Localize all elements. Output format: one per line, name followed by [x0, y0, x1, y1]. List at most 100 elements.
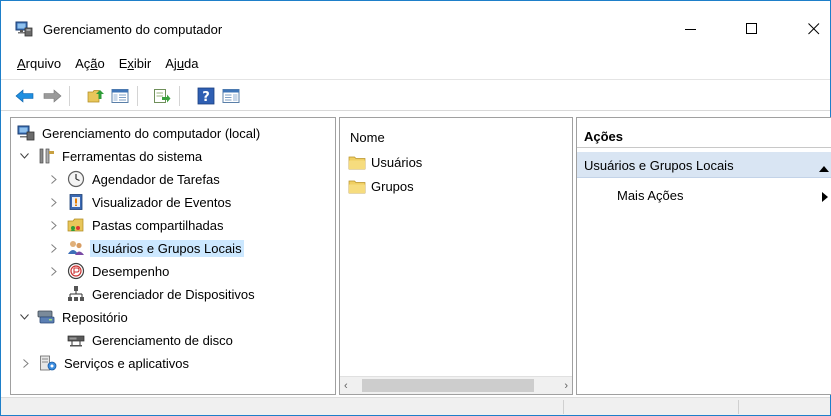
status-bar-divider — [563, 400, 564, 414]
tree-item-disk-management[interactable]: Gerenciamento de disco — [67, 329, 235, 351]
close-button[interactable] — [791, 13, 831, 45]
tools-icon — [37, 147, 55, 165]
tree-item-storage[interactable]: Repositório — [19, 306, 130, 328]
scrollbar-thumb[interactable] — [362, 379, 534, 392]
list-item-label: Usuários — [371, 154, 423, 170]
chevron-right-icon[interactable] — [49, 266, 59, 276]
show-hide-action-pane-icon — [222, 89, 240, 103]
help-icon: ? — [197, 87, 215, 105]
show-hide-tree-icon — [111, 89, 129, 103]
up-folder-icon — [87, 90, 104, 103]
computer-management-window: Gerenciamento do computador Arquivo Ação… — [0, 0, 831, 416]
forward-button[interactable] — [41, 85, 63, 107]
tree-item-task-scheduler[interactable]: Agendador de Tarefas — [49, 168, 222, 190]
tree-item-label: Pastas compartilhadas — [92, 217, 224, 233]
toolbar-separator — [179, 86, 180, 106]
chevron-right-icon[interactable] — [49, 197, 59, 207]
status-bar-divider — [738, 400, 739, 414]
folder-icon — [348, 178, 366, 194]
menu-acao[interactable]: Ação — [68, 53, 112, 75]
forward-icon — [43, 89, 62, 103]
tree-item-label: Gerenciador de Dispositivos — [92, 286, 255, 302]
chevron-right-icon[interactable] — [49, 220, 59, 230]
folder-icon — [348, 154, 366, 170]
submenu-arrow-icon[interactable] — [822, 190, 828, 205]
menu-ajuda-pre: Aj — [165, 56, 177, 71]
more-actions-item[interactable]: Mais Ações — [617, 188, 683, 203]
computer-management-app-icon — [15, 21, 33, 37]
tree-item-event-viewer[interactable]: Visualizador de Eventos — [49, 191, 233, 213]
actions-pane: Ações Usuários e Grupos Locais Mais Açõe… — [576, 117, 831, 395]
console-tree-pane[interactable]: Gerenciamento do computador (local) Ferr… — [10, 117, 336, 395]
clock-icon — [67, 170, 85, 188]
tree-item-label: Usuários e Grupos Locais — [90, 239, 244, 257]
svg-text:?: ? — [202, 90, 210, 105]
actions-pane-title: Ações — [577, 118, 831, 148]
shared-folder-icon — [67, 216, 85, 234]
event-log-icon — [67, 193, 85, 211]
tree-item-label: Visualizador de Eventos — [92, 194, 232, 210]
tree-item-label: Serviços e aplicativos — [64, 355, 189, 371]
menu-exibir-post: ibir — [133, 56, 152, 71]
chevron-right-icon[interactable] — [49, 174, 59, 184]
help-button[interactable]: ? — [195, 85, 217, 107]
tree-item-device-manager[interactable]: Gerenciador de Dispositivos — [67, 283, 257, 305]
menu-exibir[interactable]: Exibir — [112, 53, 159, 75]
menu-bar: Arquivo Ação Exibir Ajuda — [1, 53, 830, 75]
services-icon — [39, 354, 57, 372]
actions-group-local-users[interactable]: Usuários e Grupos Locais — [577, 152, 831, 178]
menu-ajuda[interactable]: Ajuda — [158, 53, 205, 75]
list-item-label: Grupos — [371, 178, 414, 194]
menu-ajuda-key: u — [176, 56, 185, 71]
column-header-name[interactable]: Nome — [350, 130, 385, 145]
toolbar-separator — [69, 86, 70, 106]
menu-arquivo-key: A — [17, 56, 26, 71]
tree-item-services-applications[interactable]: Serviços e aplicativos — [21, 352, 191, 374]
menu-acao-post: o — [97, 56, 105, 71]
scroll-right-icon[interactable]: › — [564, 380, 568, 392]
scroll-left-icon[interactable]: ‹ — [344, 380, 348, 392]
actions-group-label: Usuários e Grupos Locais — [584, 158, 734, 173]
export-list-icon — [154, 89, 171, 103]
result-list-pane[interactable]: Nome Usuários Grupos ‹ › — [339, 117, 573, 395]
status-bar — [1, 397, 830, 415]
title-bar[interactable]: Gerenciamento do computador — [1, 1, 830, 45]
toolbar: ? — [1, 79, 830, 111]
tree-item-label: Repositório — [62, 309, 128, 325]
chevron-right-icon[interactable] — [21, 358, 31, 368]
list-item-groups[interactable]: Grupos — [348, 176, 414, 196]
show-hide-tree-button[interactable] — [109, 85, 131, 107]
tree-item-label: Desempenho — [92, 263, 170, 279]
tree-item-label: Gerenciamento de disco — [92, 332, 233, 348]
tree-item-performance[interactable]: Desempenho — [49, 260, 171, 282]
menu-arquivo[interactable]: Arquivo — [15, 53, 68, 75]
chevron-down-icon[interactable] — [19, 151, 29, 161]
storage-icon — [37, 308, 55, 326]
list-item-users[interactable]: Usuários — [348, 152, 422, 172]
show-hide-action-pane-button[interactable] — [220, 85, 242, 107]
menu-ajuda-post: da — [184, 56, 199, 71]
menu-acao-pre: Aç — [75, 56, 91, 71]
disk-management-icon — [67, 331, 85, 349]
menu-acao-key: ã — [90, 56, 98, 71]
tree-item-label: Agendador de Tarefas — [92, 171, 220, 187]
tree-item-shared-folders[interactable]: Pastas compartilhadas — [49, 214, 226, 236]
collapse-up-icon[interactable] — [819, 160, 829, 175]
minimize-button[interactable] — [668, 13, 714, 45]
export-list-button[interactable] — [151, 85, 173, 107]
window-title: Gerenciamento do computador — [43, 22, 223, 37]
back-icon — [15, 89, 34, 103]
toolbar-separator — [137, 86, 138, 106]
chevron-right-icon[interactable] — [49, 243, 59, 253]
performance-icon — [67, 262, 85, 280]
up-folder-button[interactable] — [85, 85, 107, 107]
chevron-down-icon[interactable] — [19, 312, 29, 322]
back-button[interactable] — [14, 85, 36, 107]
tree-item-system-tools[interactable]: Ferramentas do sistema — [19, 145, 204, 167]
tree-item-computer-management[interactable]: Gerenciamento do computador (local) — [17, 122, 262, 144]
menu-arquivo-post: rquivo — [25, 56, 62, 71]
tree-item-local-users-groups[interactable]: Usuários e Grupos Locais — [49, 237, 244, 259]
horizontal-scrollbar[interactable]: ‹ › — [340, 376, 572, 394]
maximize-button[interactable] — [729, 13, 775, 45]
computer-management-icon — [17, 124, 35, 142]
